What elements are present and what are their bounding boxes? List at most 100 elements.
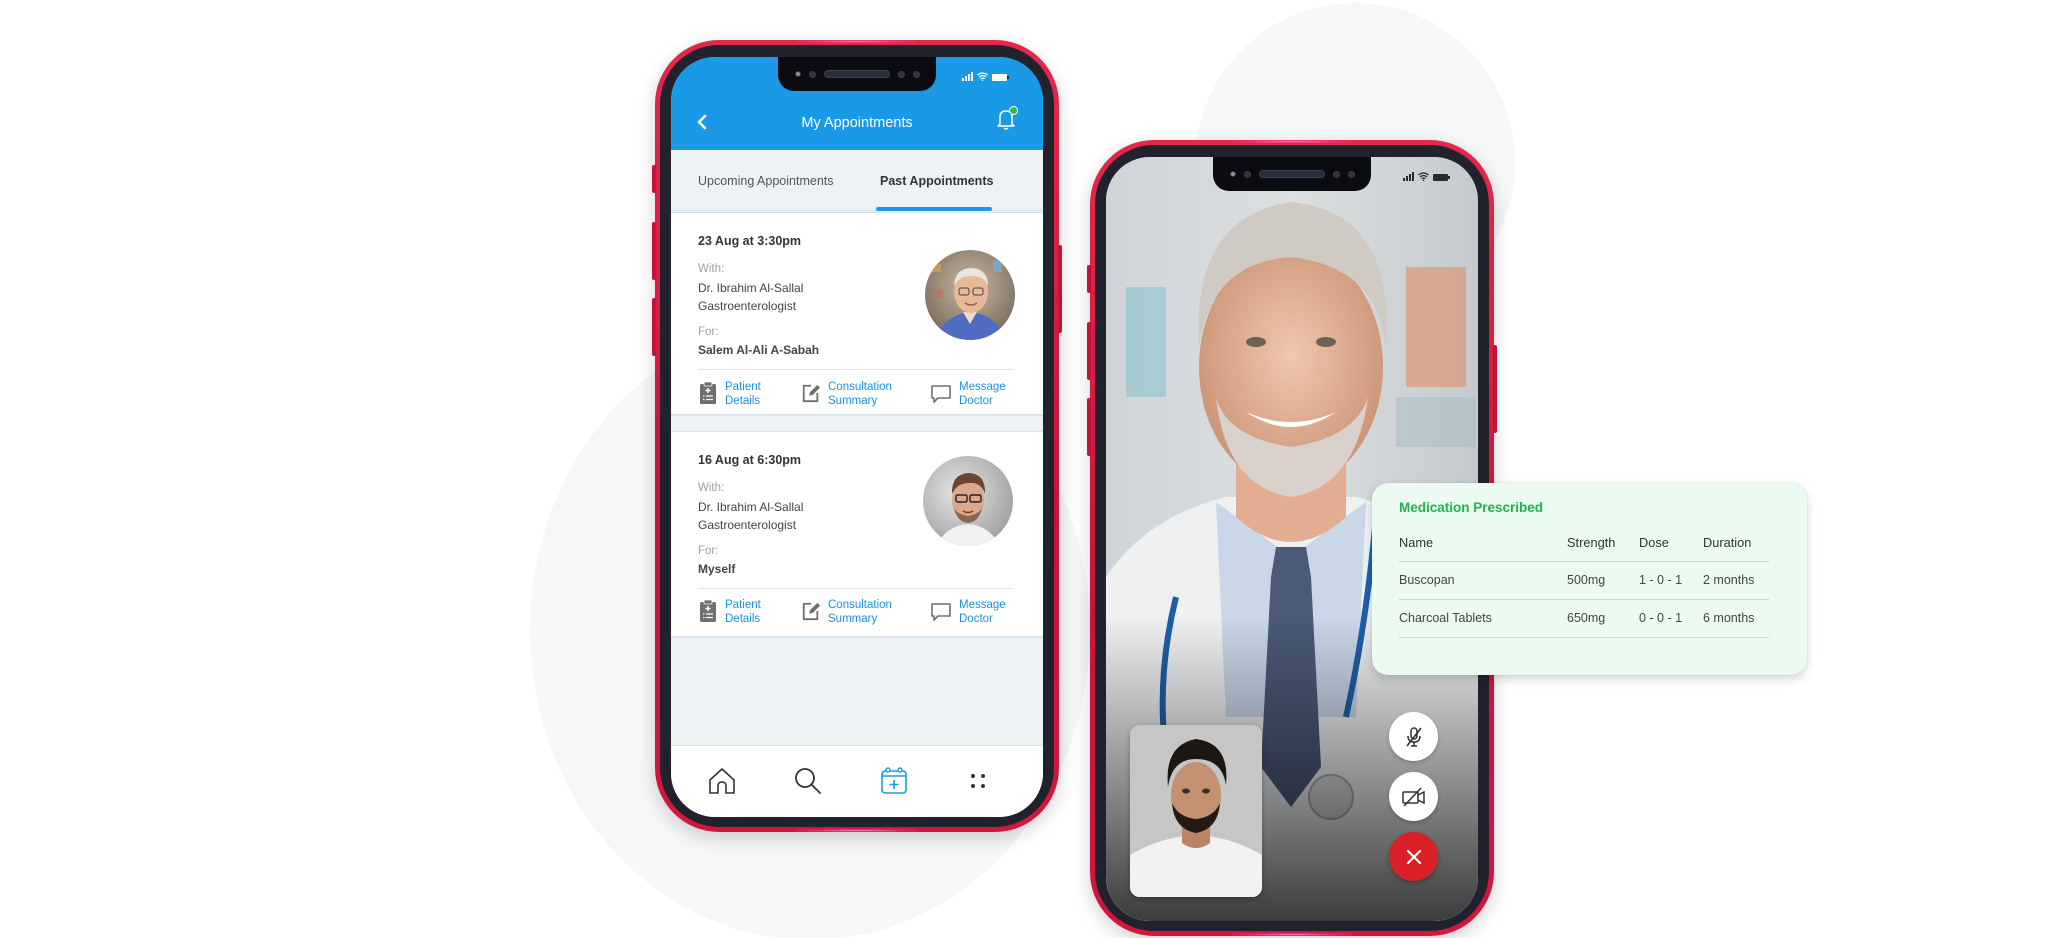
speaker — [1258, 170, 1325, 178]
battery-icon — [992, 74, 1009, 81]
mic-off-icon — [1405, 726, 1422, 747]
medication-dose: 0 - 0 - 1 — [1639, 599, 1703, 638]
wifi-icon — [1418, 172, 1429, 181]
doctor-specialty: Gastroenterologist — [698, 518, 797, 532]
nav-more[interactable] — [961, 764, 995, 798]
self-video-preview[interactable] — [1130, 725, 1262, 897]
message-doctor-link[interactable]: Message Doctor — [930, 599, 1006, 626]
with-label: With: — [698, 482, 725, 494]
video-off-icon — [1401, 786, 1425, 807]
with-label: With: — [698, 263, 725, 275]
appointment-card[interactable]: 23 Aug at 3:30pm With: Dr. Ibrahim Al-Sa… — [671, 212, 1043, 416]
camera — [897, 70, 905, 78]
nav-home[interactable] — [705, 764, 739, 798]
appointment-actions: Patient Details Consultation Summary Messa… — [698, 381, 1018, 408]
action-label: Message — [959, 599, 1006, 611]
phone-notch — [778, 57, 936, 91]
wifi-icon — [977, 72, 988, 81]
medication-duration: 2 months — [1703, 561, 1769, 600]
medication-name: Charcoal Tablets — [1399, 599, 1567, 638]
appointment-actions: Patient Details Consultation Summary Messa… — [698, 599, 1018, 626]
action-label: Consultation — [828, 381, 892, 393]
status-bar — [1403, 172, 1450, 181]
side-button — [1493, 345, 1497, 433]
close-icon — [1406, 849, 1421, 864]
nav-book-appointment[interactable] — [877, 764, 911, 798]
frame-glow — [797, 829, 917, 832]
frame-glow — [1232, 933, 1352, 936]
camera — [1243, 170, 1251, 178]
for-label: For: — [698, 545, 719, 557]
medication-name: Buscopan — [1399, 561, 1567, 600]
patient-video-feed — [1130, 725, 1262, 897]
notification-badge — [1009, 106, 1018, 115]
signal-icon — [1403, 172, 1414, 181]
camera — [1332, 170, 1340, 178]
column-header: Duration — [1703, 535, 1769, 562]
column-header: Dose — [1639, 535, 1703, 562]
patient-name: Salem Al-Ali A-Sabah — [698, 343, 820, 357]
nav-search[interactable] — [791, 764, 825, 798]
tab-past-appointments[interactable]: Past Appointments — [880, 174, 993, 188]
side-button — [1058, 245, 1062, 333]
phone-screen: My Appointments Upcoming Appointments Pa… — [671, 57, 1043, 817]
action-label: Patient — [725, 599, 761, 611]
side-button — [652, 298, 656, 356]
medication-duration: 6 months — [1703, 599, 1769, 638]
action-label: Patient — [725, 381, 761, 393]
active-tab-indicator — [876, 207, 992, 211]
frame-glow — [797, 40, 917, 43]
search-icon — [795, 768, 821, 794]
action-label: Doctor — [959, 394, 993, 407]
side-button — [1087, 322, 1091, 380]
camera — [1347, 170, 1355, 178]
tab-upcoming-appointments[interactable]: Upcoming Appointments — [698, 174, 834, 188]
consultation-summary-link[interactable]: Consultation Summary — [801, 599, 930, 626]
doctor-name: Dr. Ibrahim Al-Sallal — [698, 500, 804, 514]
patient-details-link[interactable]: Patient Details — [698, 599, 801, 626]
side-button — [1087, 398, 1091, 456]
chat-icon — [931, 385, 951, 403]
doctor-avatar — [925, 250, 1015, 340]
column-header: Strength — [1567, 535, 1639, 562]
side-button — [652, 222, 656, 280]
mute-mic-button[interactable] — [1389, 712, 1438, 761]
speaker — [823, 70, 890, 78]
side-button — [652, 165, 656, 193]
message-doctor-link[interactable]: Message Doctor — [930, 381, 1006, 408]
appointment-card[interactable]: 16 Aug at 6:30pm With: Dr. Ibrahim Al-Sa… — [671, 431, 1043, 638]
action-label: Details — [725, 394, 761, 407]
medication-table: Name Strength Dose Duration Buscopan 500… — [1399, 535, 1769, 638]
chat-icon — [931, 603, 951, 621]
edit-icon — [802, 602, 821, 621]
toggle-camera-button[interactable] — [1389, 772, 1438, 821]
medication-title: Medication Prescribed — [1399, 500, 1544, 515]
consultation-summary-link[interactable]: Consultation Summary — [801, 381, 930, 408]
doctor-name: Dr. Ibrahim Al-Sallal — [698, 281, 804, 295]
doctor-avatar — [923, 456, 1013, 546]
signal-icon — [962, 72, 973, 81]
side-button — [1087, 265, 1091, 293]
card-divider — [698, 369, 1013, 370]
appointments-phone: My Appointments Upcoming Appointments Pa… — [652, 40, 1062, 832]
camera — [808, 70, 816, 78]
action-label: Doctor — [959, 612, 993, 625]
end-call-button[interactable] — [1389, 832, 1438, 881]
medication-strength: 650mg — [1567, 599, 1639, 638]
phone-notch — [1213, 157, 1371, 191]
home-icon — [709, 768, 735, 794]
card-divider — [698, 588, 1013, 589]
action-label: Summary — [828, 612, 878, 625]
frame-glow — [1232, 140, 1352, 143]
sensor — [794, 71, 801, 77]
notification-button[interactable] — [995, 106, 1018, 131]
appointment-tabs: Upcoming Appointments Past Appointments — [671, 150, 1043, 211]
sensor — [1229, 171, 1236, 177]
action-label: Consultation — [828, 599, 892, 611]
doctor-specialty: Gastroenterologist — [698, 299, 797, 313]
more-dots-icon — [971, 774, 985, 788]
patient-name: Myself — [698, 562, 736, 576]
patient-details-link[interactable]: Patient Details — [698, 381, 801, 408]
medication-strength: 500mg — [1567, 561, 1639, 600]
action-label: Details — [725, 612, 761, 625]
